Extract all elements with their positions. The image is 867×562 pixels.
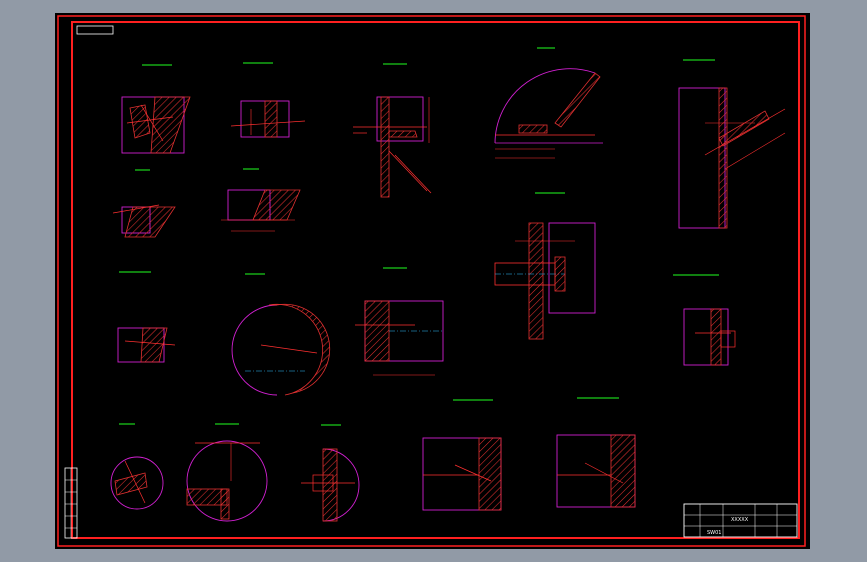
detail-view-16[interactable]: [422, 399, 502, 511]
revision-strip: [64, 467, 78, 539]
detail-view-9[interactable]: [117, 271, 176, 363]
detail-view-11[interactable]: [355, 267, 444, 376]
detail-view-14[interactable]: [186, 423, 268, 522]
detail-view-8[interactable]: [494, 192, 596, 340]
title-block-name: XXXXX: [731, 517, 749, 523]
detail-view-1[interactable]: [121, 64, 191, 154]
corner-tag-box: [76, 25, 114, 35]
detail-view-10[interactable]: [231, 273, 331, 396]
cad-viewport[interactable]: XXXXX SW01: [55, 13, 810, 549]
outer-border: [57, 15, 806, 547]
detail-view-3[interactable]: [353, 63, 432, 198]
detail-view-7[interactable]: [221, 168, 301, 232]
detail-view-2[interactable]: [230, 62, 306, 138]
detail-view-15[interactable]: [301, 424, 360, 522]
title-block[interactable]: XXXXX SW01: [683, 503, 798, 538]
detail-view-12[interactable]: [673, 274, 736, 366]
detail-view-17[interactable]: [556, 397, 636, 508]
detail-view-5[interactable]: [678, 59, 786, 229]
cad-drawing-canvas[interactable]: XXXXX SW01: [55, 13, 810, 549]
title-block-sheet-no: SW01: [707, 530, 721, 536]
detail-view-4[interactable]: [494, 47, 603, 159]
detail-view-6[interactable]: [112, 169, 176, 238]
detail-view-13[interactable]: [110, 423, 164, 510]
